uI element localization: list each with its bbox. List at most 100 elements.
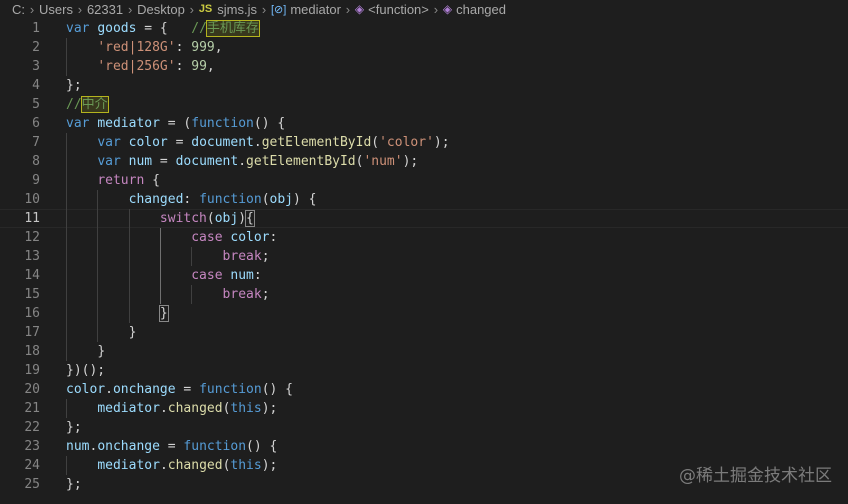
code-token: })(); — [66, 363, 106, 378]
code-line[interactable]: 23 num.onchange = function() { — [0, 437, 848, 456]
breadcrumb-label: 62331 — [86, 1, 124, 17]
chevron-right-icon: › — [189, 1, 194, 17]
watermark: @稀土掘金技术社区 — [679, 466, 832, 486]
code-text: } — [66, 342, 105, 361]
code-line[interactable]: 3 'red|256G': 99, — [0, 57, 848, 76]
code-token: } — [97, 344, 106, 359]
indent-guide — [160, 228, 161, 304]
breadcrumb-symbol-mediator[interactable]: [⊘] mediator — [271, 2, 341, 17]
code-text: color.onchange = function() { — [66, 380, 293, 399]
line-number: 9 — [32, 173, 40, 188]
function-cube-icon: ◈ — [354, 2, 365, 16]
code-token: num — [128, 154, 153, 169]
code-token: var — [66, 116, 90, 131]
code-line[interactable]: 5 //中介 — [0, 95, 848, 114]
code-token: function — [183, 439, 247, 454]
indent-guide — [66, 399, 67, 418]
code-token: case — [191, 230, 223, 245]
code-token: : — [183, 192, 200, 207]
code-line[interactable]: 15 break; — [0, 285, 848, 304]
code-token: return — [97, 173, 145, 188]
code-text: 'red|256G': 99, — [66, 57, 214, 76]
breadcrumb-drive[interactable]: C: — [12, 2, 25, 17]
code-token: function — [191, 116, 254, 131]
code-line[interactable]: 17 } — [0, 323, 848, 342]
code-line[interactable]: 2 'red|128G': 999, — [0, 38, 848, 57]
line-number: 8 — [32, 154, 40, 169]
code-token: case — [191, 268, 223, 283]
code-token: mediator — [97, 116, 160, 131]
code-token: onchange — [97, 439, 160, 454]
code-line[interactable]: 6 var mediator = (function() { — [0, 114, 848, 133]
indent-guide — [66, 456, 67, 475]
code-line[interactable]: 19})(); — [0, 361, 848, 380]
code-token: ( — [261, 192, 270, 207]
code-text: var mediator = (function() { — [66, 114, 285, 133]
code-text: var color = document.getElementById('col… — [66, 133, 449, 152]
code-line[interactable]: 1 var goods = { //手机库存 — [0, 19, 848, 38]
line-number: 12 — [24, 230, 40, 245]
breadcrumb-file[interactable]: JS sjms.js — [199, 2, 257, 17]
line-number: 7 — [32, 135, 40, 150]
code-token: = — [159, 439, 184, 454]
code-token: color — [66, 382, 106, 397]
code-line[interactable]: 21 mediator.changed(this); — [0, 399, 848, 418]
code-token: 'red|128G' — [97, 40, 176, 55]
indent-guide — [191, 247, 192, 266]
line-number: 13 — [24, 249, 40, 264]
code-text: var goods = { //手机库存 — [66, 19, 260, 38]
code-token: = { — [136, 21, 192, 36]
breadcrumb-symbol-changed[interactable]: ◈ changed — [443, 2, 506, 17]
code-token: // — [66, 97, 82, 112]
code-token: changed — [167, 458, 223, 473]
code-line[interactable]: 12 case color: — [0, 228, 848, 247]
code-token: 999 — [191, 40, 215, 55]
code-line[interactable]: 8 var num = document.getElementById('num… — [0, 152, 848, 171]
code-line[interactable]: 13 break; — [0, 247, 848, 266]
chevron-right-icon: › — [77, 1, 83, 17]
code-token: = ( — [159, 116, 192, 131]
indent-guide — [97, 190, 98, 342]
code-line[interactable]: 4}; — [0, 76, 848, 95]
code-editor[interactable]: 1 var goods = { //手机库存 2 'red|128G': 999, 3… — [0, 18, 848, 504]
breadcrumb-symbol-function[interactable]: ◈ <function> — [355, 2, 429, 17]
code-token: ) { — [293, 192, 317, 207]
code-token: function — [199, 382, 262, 397]
indent-guide — [66, 38, 67, 76]
breadcrumb-label: sjms.js — [217, 1, 257, 17]
chevron-right-icon: › — [261, 1, 267, 17]
breadcrumb-label: C: — [12, 1, 25, 17]
code-line[interactable]: 22}; — [0, 418, 848, 437]
code-line[interactable]: 10 changed: function(obj) { — [0, 190, 848, 209]
code-line[interactable]: 14 case num: — [0, 266, 848, 285]
code-token: changed — [128, 192, 184, 207]
breadcrumb-desktop[interactable]: Desktop — [137, 2, 185, 17]
code-token: num — [230, 268, 254, 283]
breadcrumb-user-folder[interactable]: 62331 — [87, 2, 123, 17]
code-token: function — [199, 192, 262, 207]
line-number: 24 — [24, 458, 40, 473]
code-line[interactable]: 9 return { — [0, 171, 848, 190]
code-line[interactable]: 20 color.onchange = function() { — [0, 380, 848, 399]
code-text: var num = document.getElementById('num')… — [66, 152, 418, 171]
code-token: () { — [261, 382, 294, 397]
code-text: })(); — [66, 361, 105, 380]
breadcrumb-users[interactable]: Users — [39, 2, 73, 17]
line-number: 18 — [24, 344, 40, 359]
code-token: var — [97, 135, 121, 150]
code-line[interactable]: 11 switch(obj){ — [0, 209, 848, 228]
code-token: ) — [238, 211, 247, 226]
code-line[interactable]: 18 } — [0, 342, 848, 361]
chevron-right-icon: › — [433, 1, 439, 17]
code-line[interactable]: 7 var color = document.getElementById('c… — [0, 133, 848, 152]
code-token: ); — [261, 401, 278, 416]
code-token: : — [253, 268, 262, 283]
line-number: 2 — [32, 40, 40, 55]
code-token: 99 — [191, 59, 207, 74]
code-token: . — [159, 401, 168, 416]
code-text: } — [66, 323, 137, 342]
code-line[interactable]: 16 } — [0, 304, 848, 323]
code-token: ( — [371, 135, 380, 150]
code-text: }; — [66, 76, 82, 95]
